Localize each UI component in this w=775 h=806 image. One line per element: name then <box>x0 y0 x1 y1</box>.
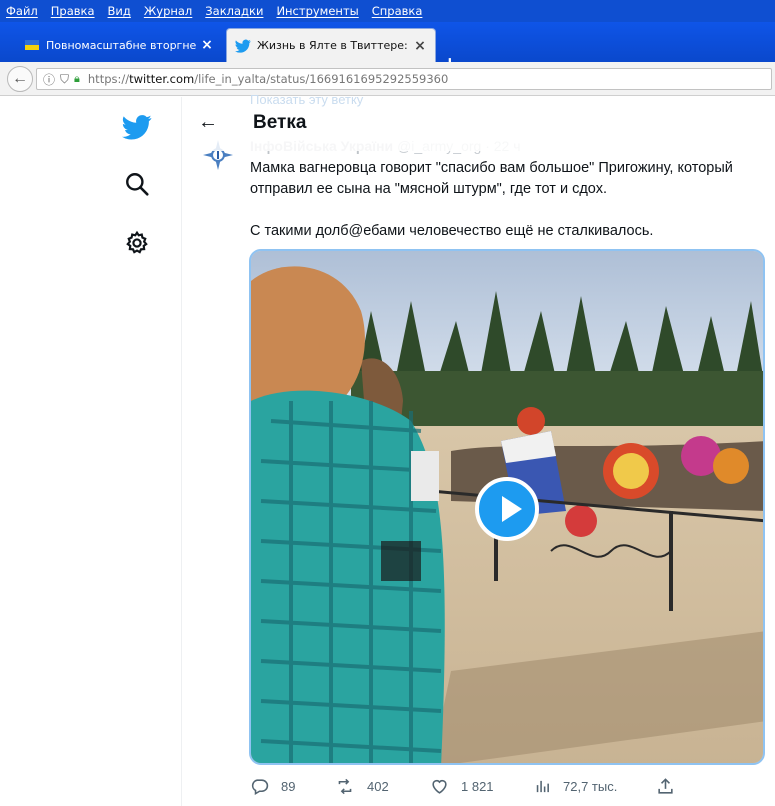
retweet-icon <box>338 778 352 795</box>
page-title: Ветка <box>253 112 307 133</box>
menu-bar: Файл Правка Вид Журнал Закладки Инструме… <box>0 0 775 22</box>
close-tab-icon[interactable]: × <box>200 37 214 53</box>
like-count: 1 821 <box>461 779 494 794</box>
navigation-bar: ← ⓘ ⛉ 🔒︎ https://twitter.com/life_in_yal… <box>0 62 775 96</box>
sidebar <box>0 97 182 806</box>
tab-bar: Повномасштабне вторгненн… × Жизнь в Ялте… <box>0 22 775 74</box>
info-icon[interactable]: ⓘ <box>43 71 55 88</box>
back-arrow-icon[interactable]: ← <box>198 111 218 134</box>
gear-icon[interactable] <box>124 230 150 256</box>
menu-file[interactable]: Файл <box>0 4 45 18</box>
tab-twitter[interactable]: Жизнь в Ялте в Твиттере: «… × <box>226 28 436 62</box>
show-thread-link[interactable]: Показать эту ветку <box>250 92 363 107</box>
address-bar[interactable]: ⓘ ⛉ 🔒︎ https://twitter.com/life_in_yalta… <box>36 68 772 90</box>
views-icon <box>536 780 549 793</box>
reply-icon <box>251 779 269 796</box>
ukraine-flag-icon <box>25 40 39 50</box>
menu-view[interactable]: Вид <box>102 4 138 18</box>
reply-button[interactable]: 89 <box>250 777 295 796</box>
twitter-logo-icon[interactable] <box>122 112 152 142</box>
menu-tools[interactable]: Инструменты <box>270 4 365 18</box>
play-button[interactable] <box>475 477 539 541</box>
tweet-paragraph: Мамка вагнеровца говорит "спасибо вам бо… <box>250 160 733 197</box>
menu-edit[interactable]: Правка <box>45 4 102 18</box>
share-button[interactable] <box>656 777 687 796</box>
close-tab-icon[interactable]: × <box>413 38 427 54</box>
share-icon <box>658 778 673 794</box>
twitter-page: ІнфоВійська України @i_army_org · 22 ч П… <box>0 92 775 806</box>
reply-count: 89 <box>281 779 296 794</box>
lock-icon[interactable]: 🔒︎ <box>74 72 80 86</box>
heart-icon <box>432 779 447 794</box>
twitter-bird-icon <box>235 39 251 53</box>
video-player[interactable] <box>249 249 765 765</box>
search-icon[interactable] <box>124 171 150 197</box>
menu-bookmarks[interactable]: Закладки <box>199 4 270 18</box>
menu-help[interactable]: Справка <box>366 4 430 18</box>
tweet-actions: 89 402 1 821 72,7 тыс. <box>250 777 770 801</box>
like-button[interactable]: 1 821 <box>430 777 494 796</box>
url-path: /life_in_yalta/status/166916169529255936… <box>194 72 449 86</box>
tweet-paragraph: С такими долб@ебами человечество ещё не … <box>250 223 654 239</box>
views-count: 72,7 тыс. <box>563 779 618 794</box>
tab-label: Повномасштабне вторгненн… <box>46 38 196 52</box>
thread-header: Показать эту ветку ← Ветка <box>182 92 775 151</box>
main-column: ІнфоВійська України @i_army_org · 22 ч П… <box>182 92 775 806</box>
retweet-count: 402 <box>367 779 389 794</box>
shield-icon[interactable]: ⛉ <box>60 72 69 87</box>
url-domain: twitter.com <box>129 72 195 86</box>
browser-back-button[interactable]: ← <box>7 66 33 92</box>
retweet-button[interactable]: 402 <box>335 777 389 796</box>
tweet-text: Мамка вагнеровца говорит "спасибо вам бо… <box>250 158 770 263</box>
tab-ukraine[interactable]: Повномасштабне вторгненн… × <box>16 28 222 62</box>
menu-history[interactable]: Журнал <box>138 4 199 18</box>
tab-label: Жизнь в Ялте в Твиттере: «… <box>257 39 409 52</box>
views-button[interactable]: 72,7 тыс. <box>534 777 617 796</box>
url-scheme: https:// <box>87 72 130 86</box>
